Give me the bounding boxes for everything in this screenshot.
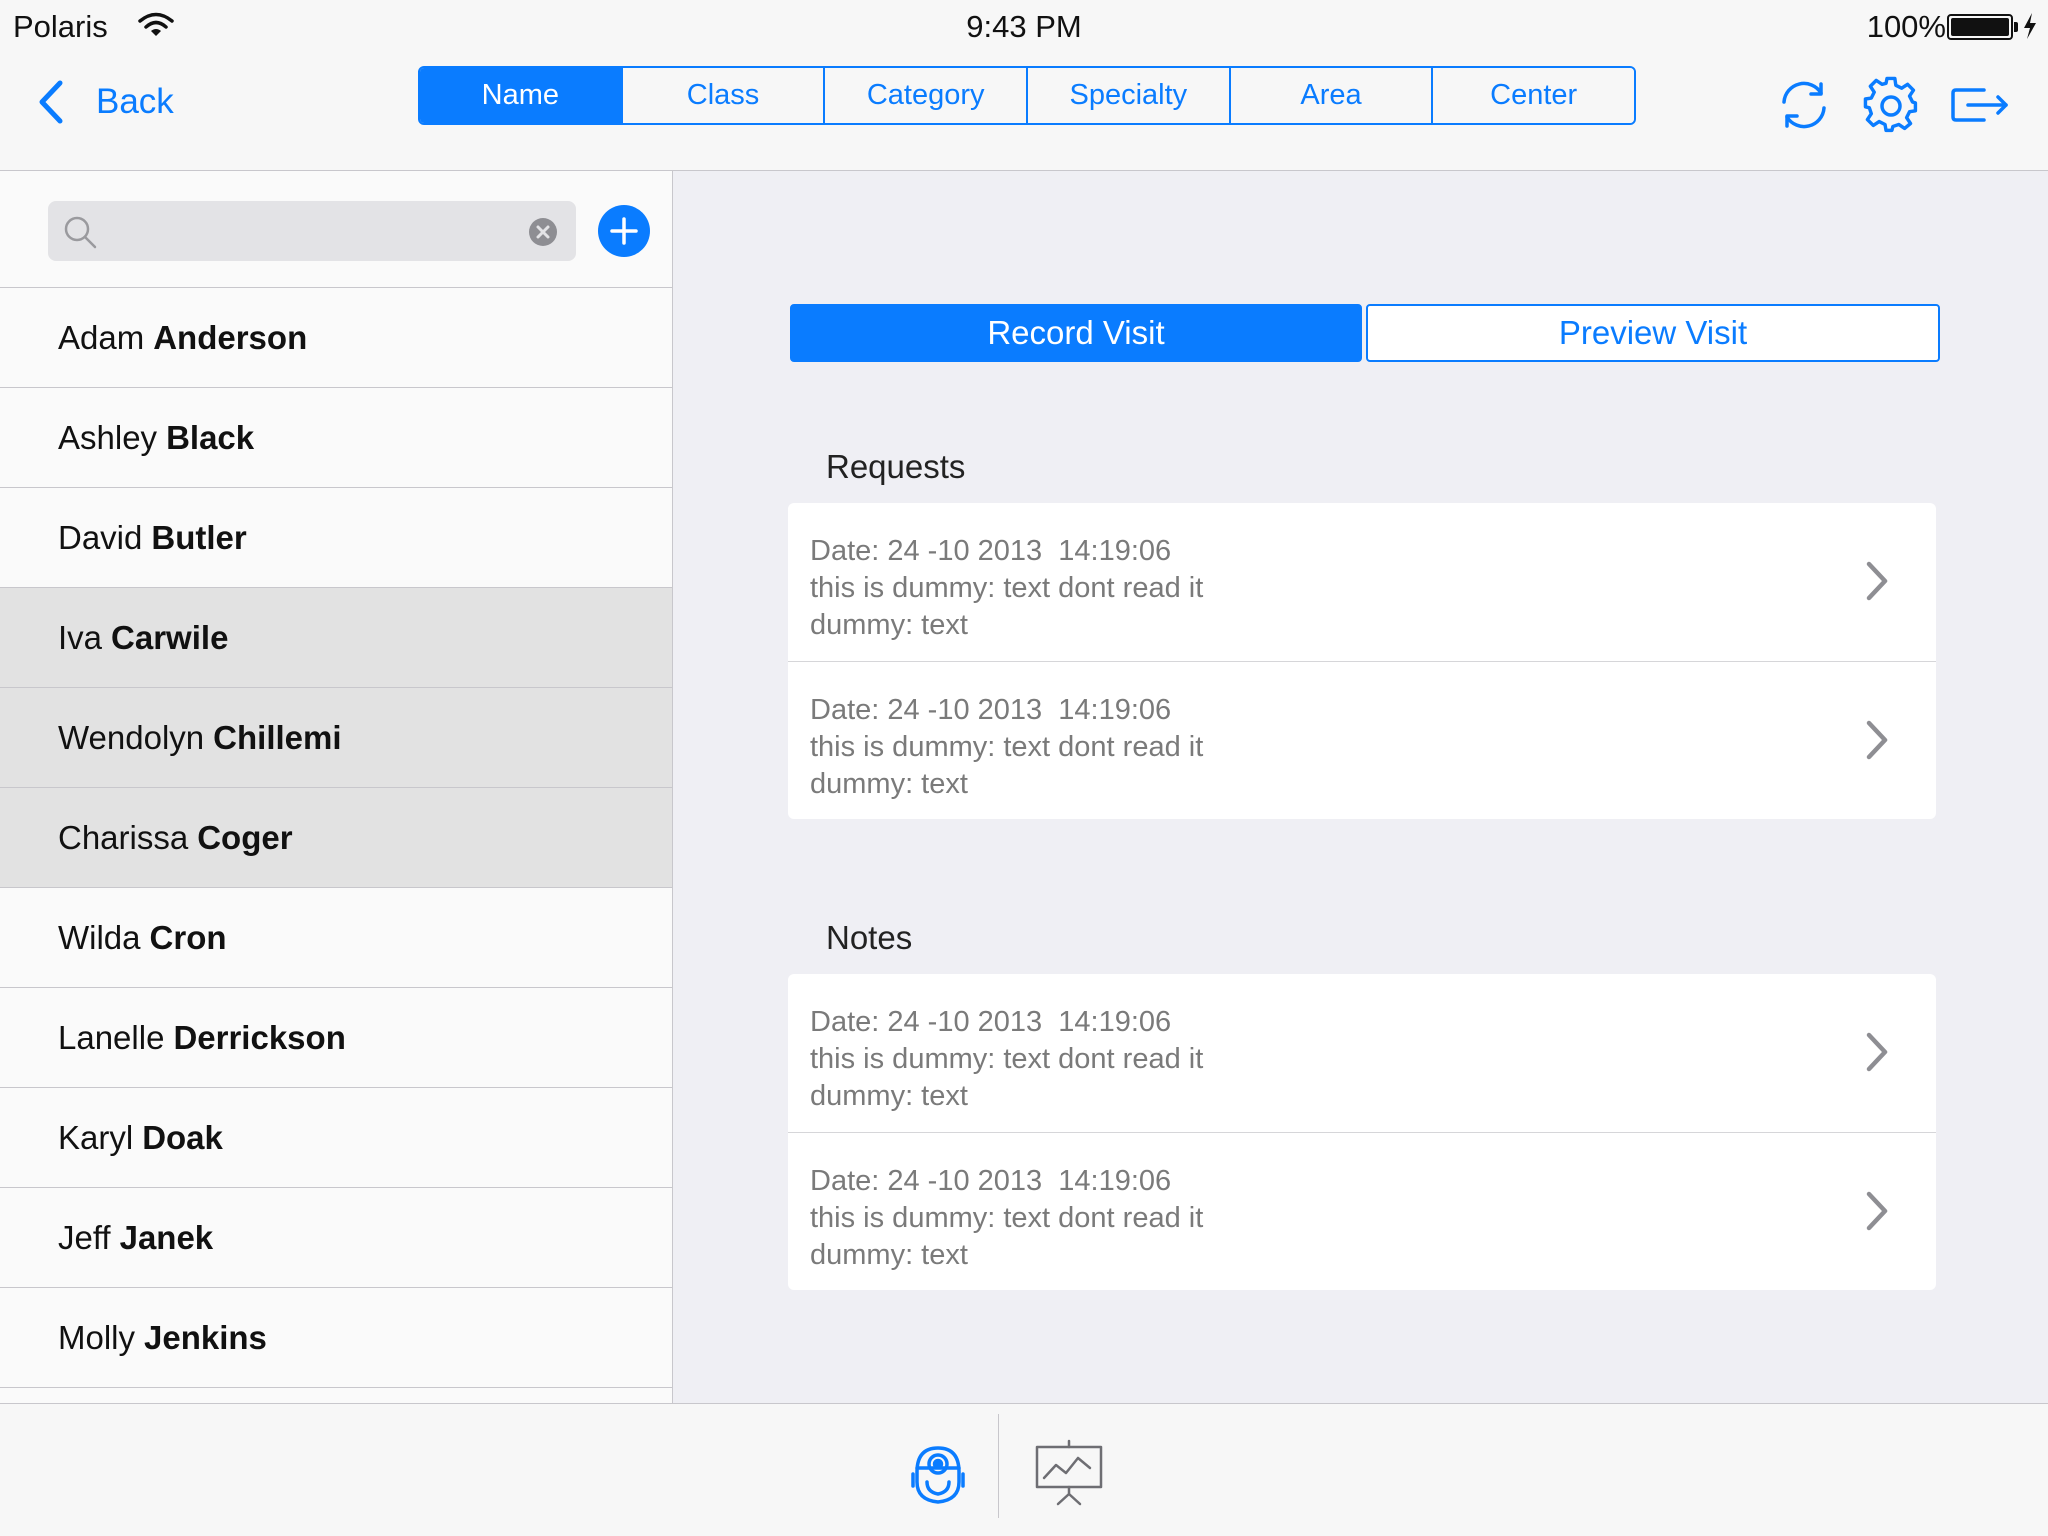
- last-name: Carwile: [111, 618, 229, 656]
- first-name: Wendolyn: [58, 718, 205, 756]
- entry-date: Date: 24 -10 2013 14:19:06: [810, 1165, 1172, 1197]
- first-name: Adam: [58, 318, 145, 356]
- status-bar: Polaris 9:43 PM 100%: [0, 0, 2048, 52]
- entry-date: Date: 24 -10 2013 14:19:06: [810, 535, 1172, 567]
- last-name: Chillemi: [213, 718, 342, 756]
- chevron-right-icon: [1866, 1032, 1888, 1072]
- list-item[interactable]: Karyl Doak: [0, 1088, 672, 1188]
- list-item[interactable]: Lanelle Derrickson: [0, 988, 672, 1088]
- entry-text: this is dummy: text dont read it: [810, 572, 1204, 604]
- entry-date: Date: 24 -10 2013 14:19:06: [810, 1006, 1172, 1038]
- requests-card: Date: 24 -10 2013 14:19:06 this is dummy…: [788, 503, 1936, 819]
- list-item[interactable]: Wendolyn Chillemi: [0, 688, 672, 788]
- entry-text: this is dummy: text dont read it: [810, 1202, 1204, 1234]
- entry-text: this is dummy: text dont read it: [810, 1043, 1204, 1075]
- entry-text: this is dummy: text dont read it: [810, 731, 1204, 763]
- first-name: Ashley: [58, 418, 158, 456]
- first-name: Lanelle: [58, 1018, 165, 1056]
- detail-panel: Record Visit Preview Visit Requests Date…: [674, 171, 2048, 1403]
- people-list: Adam Anderson Ashley Black David Butler Iva…: [0, 288, 672, 1388]
- sync-icon[interactable]: [1775, 76, 1833, 134]
- charging-bolt-icon: [2024, 13, 2036, 39]
- chevron-right-icon: [1866, 720, 1888, 760]
- list-item[interactable]: Iva Carwile: [0, 588, 672, 688]
- requests-section-title: Requests: [826, 448, 966, 485]
- add-person-button[interactable]: [598, 205, 650, 257]
- tab-center[interactable]: Center: [1431, 68, 1634, 123]
- list-item[interactable]: Adam Anderson: [0, 288, 672, 388]
- clock: 9:43 PM: [966, 9, 1082, 44]
- list-item[interactable]: David Butler: [0, 488, 672, 588]
- first-name: Wilda: [58, 918, 141, 956]
- search-input[interactable]: [112, 201, 512, 261]
- last-name: Butler: [151, 518, 247, 556]
- tab-class[interactable]: Class: [620, 68, 824, 123]
- last-name: Derrickson: [173, 1018, 346, 1056]
- last-name: Coger: [197, 818, 293, 856]
- filter-segmented-control: Name Class Category Specialty Area Cente…: [418, 66, 1636, 125]
- plus-icon: [610, 217, 638, 245]
- doctor-icon[interactable]: [903, 1438, 973, 1508]
- chevron-left-icon: [39, 80, 63, 124]
- tab-specialty[interactable]: Specialty: [1026, 68, 1229, 123]
- chevron-right-icon: [1866, 1191, 1888, 1231]
- tab-name[interactable]: Name: [420, 68, 621, 123]
- record-visit-button[interactable]: Record Visit: [790, 304, 1362, 362]
- battery-icon: [1947, 14, 2013, 40]
- entry-subtext: dummy: text: [810, 768, 968, 800]
- chevron-right-icon: [1866, 561, 1888, 601]
- last-name: Doak: [142, 1118, 223, 1156]
- notes-card: Date: 24 -10 2013 14:19:06 this is dummy…: [788, 974, 1936, 1290]
- search-area: [0, 171, 672, 288]
- last-name: Cron: [149, 918, 227, 956]
- gear-icon[interactable]: [1862, 76, 1920, 134]
- preview-visit-button[interactable]: Preview Visit: [1366, 304, 1940, 362]
- request-entry[interactable]: Date: 24 -10 2013 14:19:06 this is dummy…: [788, 503, 1936, 661]
- tab-area[interactable]: Area: [1228, 68, 1432, 123]
- entry-subtext: dummy: text: [810, 609, 968, 641]
- first-name: Iva: [58, 618, 103, 656]
- list-item[interactable]: Molly Jenkins: [0, 1288, 672, 1388]
- first-name: Karyl: [58, 1118, 134, 1156]
- back-button[interactable]: Back: [36, 74, 174, 130]
- presentation-icon[interactable]: [1034, 1438, 1104, 1508]
- tab-divider: [998, 1414, 999, 1518]
- first-name: Jeff: [58, 1218, 111, 1256]
- search-icon: [64, 216, 97, 249]
- entry-subtext: dummy: text: [810, 1239, 968, 1271]
- back-label: Back: [96, 82, 174, 121]
- people-sidebar: Adam Anderson Ashley Black David Butler Iva…: [0, 171, 673, 1403]
- note-entry[interactable]: Date: 24 -10 2013 14:19:06 this is dummy…: [788, 974, 1936, 1132]
- last-name: Janek: [119, 1218, 214, 1256]
- note-entry[interactable]: Date: 24 -10 2013 14:19:06 this is dummy…: [788, 1132, 1936, 1290]
- last-name: Anderson: [153, 318, 308, 356]
- last-name: Jenkins: [144, 1318, 267, 1356]
- entry-date: Date: 24 -10 2013 14:19:06: [810, 694, 1172, 726]
- list-item[interactable]: Charissa Coger: [0, 788, 672, 888]
- battery-nub: [2014, 22, 2018, 32]
- first-name: Charissa: [58, 818, 189, 856]
- last-name: Black: [166, 418, 255, 456]
- bottom-tab-bar: [0, 1403, 2048, 1536]
- list-item[interactable]: Ashley Black: [0, 388, 672, 488]
- search-field[interactable]: [48, 201, 576, 261]
- request-entry[interactable]: Date: 24 -10 2013 14:19:06 this is dummy…: [788, 661, 1936, 819]
- first-name: Molly: [58, 1318, 136, 1356]
- logout-icon[interactable]: [1950, 76, 2012, 134]
- battery-percentage: 100%: [1866, 9, 1946, 44]
- visit-mode-toggle: Record Visit Preview Visit: [790, 304, 1940, 362]
- first-name: David: [58, 518, 143, 556]
- entry-subtext: dummy: text: [810, 1080, 968, 1112]
- navigation-bar: Back Name Class Category Specialty Area …: [0, 52, 2048, 171]
- tab-category[interactable]: Category: [823, 68, 1027, 123]
- list-item[interactable]: Wilda Cron: [0, 888, 672, 988]
- clear-search-icon[interactable]: [528, 217, 558, 247]
- notes-section-title: Notes: [826, 919, 913, 956]
- list-item[interactable]: Jeff Janek: [0, 1188, 672, 1288]
